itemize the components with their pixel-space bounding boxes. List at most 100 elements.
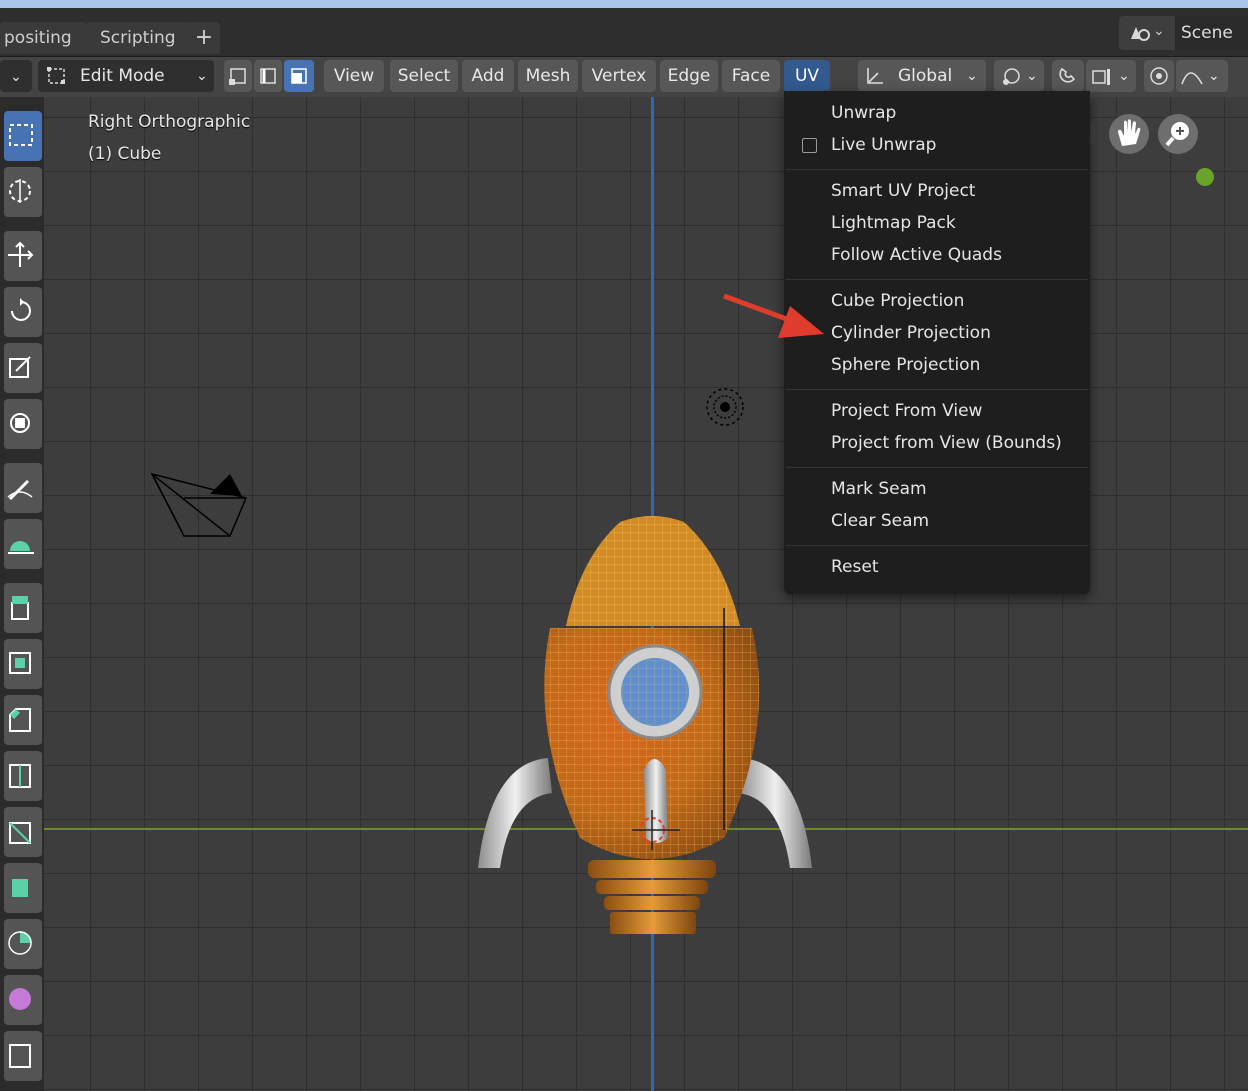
tool-shelf: [0, 97, 44, 1091]
tab-compositing[interactable]: positing: [0, 22, 86, 54]
proportional-edit-toggle[interactable]: [1144, 60, 1174, 92]
inset-tool[interactable]: [4, 639, 42, 689]
chevron-down-icon: ⌄: [966, 68, 978, 84]
chevron-down-icon: ⌄: [10, 69, 22, 85]
menu-vertex[interactable]: Vertex: [582, 60, 656, 92]
mode-selector[interactable]: Edit Mode ⌄: [38, 60, 214, 92]
menu-uv[interactable]: UV: [784, 60, 830, 92]
chevron-down-icon: ⌄: [1026, 68, 1038, 84]
live-unwrap-checkbox[interactable]: [802, 138, 817, 153]
camera-object[interactable]: [148, 468, 252, 542]
editor-type-button[interactable]: ⌄: [0, 60, 32, 92]
proportional-edit-icon: [1150, 67, 1168, 85]
menu-item-unwrap[interactable]: Unwrap: [831, 103, 896, 123]
vertex-select-icon: [229, 68, 246, 85]
falloff-curve-icon: [1181, 72, 1203, 85]
pencil-icon: [7, 479, 33, 501]
scene-name: Scene: [1175, 16, 1248, 50]
workspace-tab-bar: positing Scripting +: [0, 8, 1248, 57]
menu-edge[interactable]: Edge: [660, 60, 718, 92]
edit-mode-icon: [47, 67, 65, 84]
menu-mesh[interactable]: Mesh: [518, 60, 578, 92]
scale-icon: [9, 356, 31, 378]
spin-tool[interactable]: [4, 919, 42, 969]
menu-item-sphere-projection[interactable]: Sphere Projection: [831, 355, 980, 375]
falloff-button[interactable]: ⌄: [1176, 60, 1228, 92]
select-box-tool[interactable]: [4, 111, 42, 161]
bevel-icon: [9, 708, 31, 732]
menu-face[interactable]: Face: [722, 60, 780, 92]
view-name-label: Right Orthographic: [88, 112, 251, 132]
y-axis-gizmo-dot[interactable]: [1196, 168, 1214, 186]
snap-target-icon: [1092, 69, 1110, 85]
transform-icon: [10, 413, 30, 433]
spin-icon: [8, 931, 32, 955]
pan-hand-icon[interactable]: [1112, 116, 1146, 150]
menu-item-clear-seam[interactable]: Clear Seam: [831, 511, 929, 531]
menu-item-cube-projection[interactable]: Cube Projection: [831, 291, 964, 311]
menu-view[interactable]: View: [324, 60, 384, 92]
move-icon: [8, 241, 34, 267]
tab-scripting[interactable]: Scripting: [86, 22, 190, 54]
add-workspace-button[interactable]: +: [188, 22, 220, 54]
pivot-icon: [1003, 68, 1020, 85]
edge-slide-tool[interactable]: [4, 1031, 42, 1081]
chevron-down-icon: ⌄: [1208, 68, 1220, 84]
orientation-icon: [867, 68, 883, 84]
transform-orientation-selector[interactable]: Global ⌄: [858, 60, 986, 92]
loop-cut-tool[interactable]: [4, 751, 42, 801]
measure-tool[interactable]: [4, 519, 42, 569]
menu-add[interactable]: Add: [462, 60, 514, 92]
face-select-button[interactable]: [284, 60, 314, 92]
menu-item-project-from-view-bounds[interactable]: Project from View (Bounds): [831, 433, 1062, 453]
rotate-tool[interactable]: [4, 287, 42, 337]
edge-select-icon: [260, 68, 276, 84]
extrude-tool[interactable]: [4, 583, 42, 633]
face-select-icon: [291, 68, 307, 84]
red-arrow-annotation: [723, 293, 824, 338]
edge-slide-icon: [9, 1044, 31, 1068]
menu-select[interactable]: Select: [390, 60, 458, 92]
snap-toggle[interactable]: [1052, 60, 1084, 92]
edge-select-button[interactable]: [254, 60, 282, 92]
menu-item-live-unwrap[interactable]: Live Unwrap: [831, 135, 936, 155]
bevel-tool[interactable]: [4, 695, 42, 745]
vertex-select-button[interactable]: [224, 60, 252, 92]
menu-separator: [786, 389, 1088, 390]
menu-item-project-from-view[interactable]: Project From View: [831, 401, 982, 421]
menu-separator: [786, 169, 1088, 170]
menu-separator: [786, 279, 1088, 280]
scene-icon: [1131, 27, 1150, 41]
smooth-tool[interactable]: [4, 975, 42, 1025]
light-object[interactable]: [702, 384, 748, 430]
rocket-mesh[interactable]: [470, 508, 820, 940]
zoom-icon[interactable]: [1162, 116, 1196, 150]
rotate-icon: [11, 298, 31, 321]
poly-build-tool[interactable]: [4, 863, 42, 913]
extrude-icon: [11, 596, 29, 620]
inset-icon: [9, 652, 31, 674]
scale-tool[interactable]: [4, 343, 42, 393]
transform-tool[interactable]: [4, 399, 42, 449]
select-box-icon: [9, 124, 33, 146]
menu-item-reset[interactable]: Reset: [831, 557, 879, 577]
scene-selector[interactable]: ⌄ Scene: [1119, 16, 1248, 50]
snap-target-button[interactable]: ⌄: [1086, 60, 1136, 92]
chevron-down-icon: ⌄: [1153, 23, 1165, 39]
menu-item-mark-seam[interactable]: Mark Seam: [831, 479, 927, 499]
orientation-label: Global: [898, 66, 953, 86]
annotate-tool[interactable]: [4, 463, 42, 513]
menu-item-smart-uv-project[interactable]: Smart UV Project: [831, 181, 975, 201]
menu-item-follow-active-quads[interactable]: Follow Active Quads: [831, 245, 1002, 265]
knife-tool[interactable]: [4, 807, 42, 857]
cursor-tool[interactable]: [4, 167, 42, 217]
magnet-icon: [1059, 67, 1076, 83]
menu-separator: [786, 545, 1088, 546]
window-top-border: [0, 0, 1248, 8]
menu-item-cylinder-projection[interactable]: Cylinder Projection: [831, 323, 991, 343]
menu-item-lightmap-pack[interactable]: Lightmap Pack: [831, 213, 956, 233]
pivot-point-button[interactable]: ⌄: [994, 60, 1044, 92]
move-tool[interactable]: [4, 231, 42, 281]
knife-icon: [9, 822, 31, 844]
mode-label: Edit Mode: [80, 66, 165, 86]
